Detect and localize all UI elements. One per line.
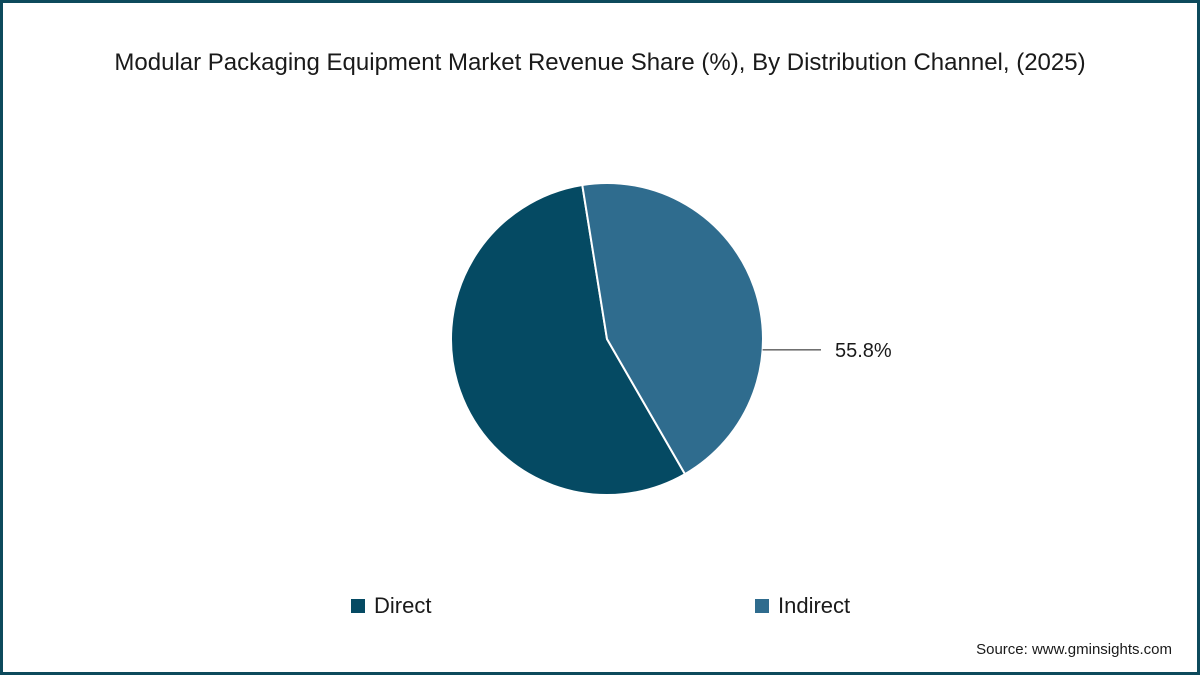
chart-frame: Modular Packaging Equipment Market Reven… — [0, 0, 1200, 675]
pie-chart: 55.8% — [450, 182, 892, 496]
legend-swatch-direct — [351, 599, 365, 613]
legend-item-direct: Direct — [351, 593, 431, 619]
legend-swatch-indirect — [755, 599, 769, 613]
source-text: Source: www.gminsights.com — [976, 641, 1172, 658]
data-label-direct: 55.8% — [835, 340, 892, 362]
legend-label-indirect: Indirect — [778, 593, 851, 618]
legend-item-indirect: Indirect — [755, 593, 850, 619]
legend-label-direct: Direct — [374, 593, 432, 618]
legend: Direct Indirect — [3, 593, 1197, 623]
